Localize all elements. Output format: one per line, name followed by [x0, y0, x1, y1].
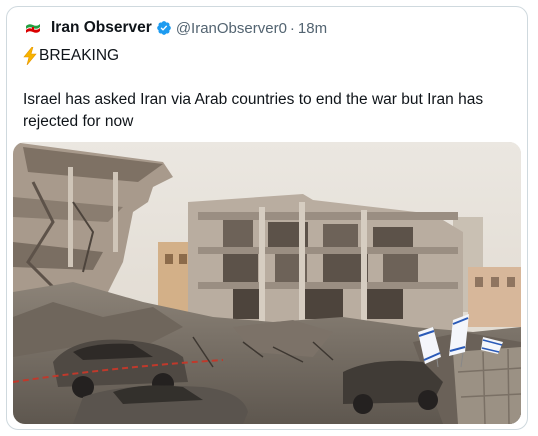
breaking-label: BREAKING [39, 47, 120, 64]
tweet-photo[interactable] [13, 142, 521, 424]
breaking-line: BREAKING [23, 47, 119, 65]
iran-flag-avatar-icon[interactable] [23, 18, 43, 38]
tweet-card[interactable]: Iran Observer @IranObserver0 · 18m BREAK… [6, 6, 528, 430]
separator: · [289, 19, 295, 37]
tweet-text: Israel has asked Iran via Arab countries… [23, 91, 484, 130]
handle[interactable]: @IranObserver0 [176, 20, 287, 37]
destroyed-buildings-photo [13, 142, 521, 424]
tweet-header: Iran Observer @IranObserver0 · 18m [23, 17, 327, 39]
display-name[interactable]: Iran Observer [51, 19, 152, 37]
verified-badge-icon [156, 21, 171, 35]
timestamp[interactable]: 18m [298, 20, 327, 37]
lightning-bolt-icon [23, 47, 37, 65]
